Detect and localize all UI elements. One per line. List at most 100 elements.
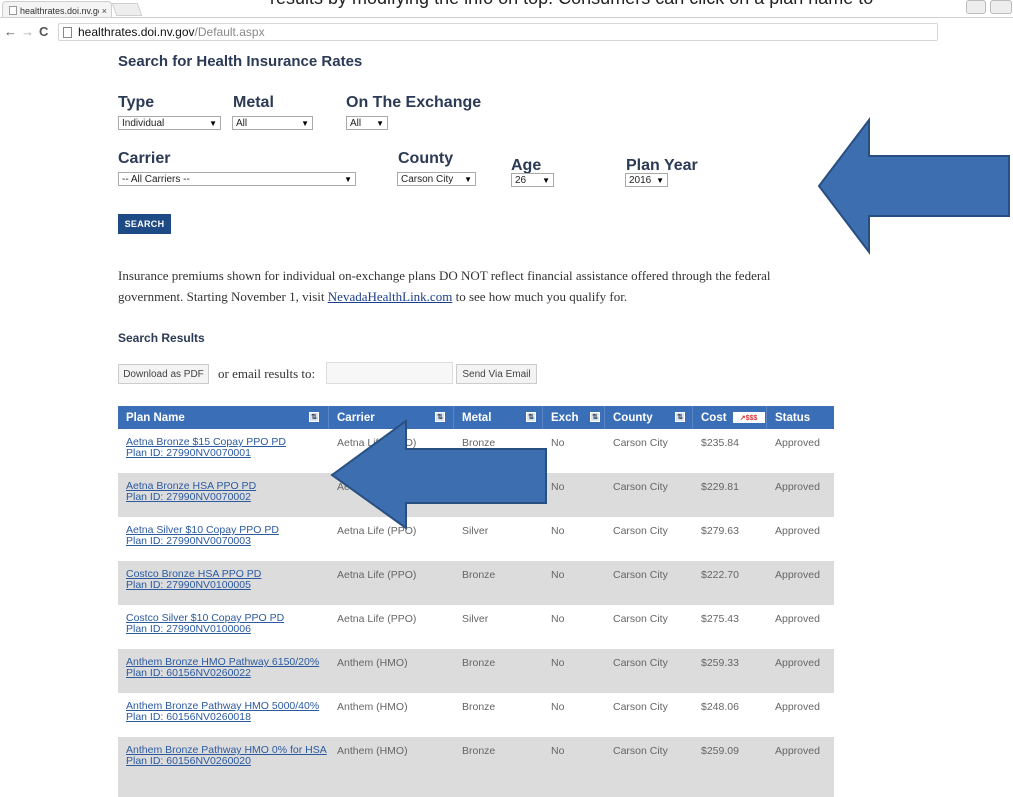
column-header-label: County [613, 411, 653, 424]
window-maximize-button[interactable] [990, 0, 1012, 14]
column-header-metal[interactable]: Metal ⇅ [454, 406, 543, 429]
metal-cell: Bronze [462, 701, 496, 713]
plan-name-link[interactable]: Aetna Bronze $15 Copay PPO PD Plan ID: 27… [126, 437, 329, 459]
exch-cell: No [551, 701, 565, 713]
exch-cell: No [551, 613, 565, 625]
cost-cell: $229.81 [701, 481, 739, 493]
search-button[interactable]: SEARCH [118, 214, 171, 234]
metal-cell: Silver [462, 525, 489, 537]
browser-tab[interactable]: healthrates.doi.nv.gov/De × [2, 1, 112, 17]
plan-name-link[interactable]: Costco Bronze HSA PPO PD Plan ID: 27990NV… [126, 569, 329, 591]
dropdown-arrow-icon: ▼ [542, 175, 550, 185]
plan-id: Plan ID: 60156NV0260018 [126, 711, 251, 723]
download-pdf-button[interactable]: Download as PDF [118, 364, 209, 384]
cost-cell: $279.63 [701, 525, 739, 537]
county-cell: Carson City [613, 657, 668, 669]
window-minimize-button[interactable] [966, 0, 986, 14]
plan-id: Plan ID: 60156NV0260020 [126, 755, 251, 767]
exch-cell: No [551, 481, 565, 493]
status-cell: Approved [775, 525, 820, 537]
metal-cell: Bronze [462, 657, 496, 669]
notice-text-after: to see how much you qualify for. [452, 289, 628, 304]
plan-id: Plan ID: 27990NV0070003 [126, 535, 251, 547]
column-header-cost[interactable]: Cost ↗$$$ [693, 406, 767, 429]
carrier-select[interactable]: -- All Carriers -- ▼ [118, 172, 356, 186]
column-header-status[interactable]: Status [767, 406, 834, 429]
carrier-cell: Aetna Life (PPO) [337, 569, 417, 581]
carrier-cell: Anthem (HMO) [337, 657, 408, 669]
table-row: Anthem Bronze Pathway HMO 5000/40% Plan I… [118, 693, 834, 737]
metal-label: Metal [233, 94, 274, 111]
column-header-county[interactable]: County ⇅ [605, 406, 693, 429]
exch-cell: No [551, 525, 565, 537]
exch-cell: No [551, 437, 565, 449]
back-arrow-icon[interactable]: ← [4, 24, 17, 39]
metal-cell: Bronze [462, 745, 496, 757]
carrier-cell: Aetna Life (PPO) [337, 481, 417, 493]
exchange-select[interactable]: All ▼ [346, 116, 388, 130]
plan-name-link[interactable]: Anthem Bronze Pathway HMO 5000/40% Plan I… [126, 701, 329, 723]
column-header-plan-name[interactable]: Plan Name ⇅ [118, 406, 329, 429]
plan-name-link[interactable]: Anthem Bronze HMO Pathway 6150/20% Plan I… [126, 657, 329, 679]
dropdown-arrow-icon: ▼ [376, 118, 384, 128]
county-cell: Carson City [613, 701, 668, 713]
carrier-cell: Aetna Life (PPO) [337, 613, 417, 625]
plan-year-select-value: 2016 [629, 174, 652, 186]
county-cell: Carson City [613, 613, 668, 625]
plan-id: Plan ID: 27990NV0100006 [126, 623, 251, 635]
column-header-label: Carrier [337, 411, 375, 424]
url-host: healthrates.doi.nv.gov [78, 25, 195, 39]
column-header-exch[interactable]: Exch ⇅ [543, 406, 605, 429]
plan-name-link[interactable]: Anthem Bronze Pathway HMO 0% for HSA Plan… [126, 745, 329, 767]
cost-sort-badge[interactable]: ↗$$$ [732, 412, 765, 423]
email-results-label: or email results to: [218, 366, 316, 381]
table-row: Aetna Bronze HSA PPO PD Plan ID: 27990NV0… [118, 473, 834, 517]
cost-cell: $259.33 [701, 657, 739, 669]
plan-name-link[interactable]: Aetna Bronze HSA PPO PD Plan ID: 27990NV0… [126, 481, 329, 503]
forward-arrow-icon[interactable]: → [21, 24, 34, 39]
type-select[interactable]: Individual ▼ [118, 116, 221, 130]
carrier-label: Carrier [118, 150, 171, 167]
sort-icon[interactable]: ⇅ [675, 412, 685, 422]
sort-icon[interactable]: ⇅ [526, 412, 536, 422]
email-input[interactable] [326, 362, 453, 384]
cost-cell: $259.09 [701, 745, 739, 757]
county-select[interactable]: Carson City ▼ [397, 172, 476, 186]
table-header: Plan Name ⇅ Carrier ⇅ Metal ⇅ Exch ⇅ Cou… [118, 406, 834, 429]
cost-cell: $248.06 [701, 701, 739, 713]
sort-icon[interactable]: ⇅ [309, 412, 319, 422]
reload-icon[interactable]: C [39, 24, 48, 39]
page-icon [63, 26, 72, 38]
plan-year-select[interactable]: 2016 ▼ [625, 173, 668, 187]
exchange-label: On The Exchange [346, 94, 482, 111]
column-header-label: Plan Name [126, 411, 185, 424]
sort-icon[interactable]: ⇅ [435, 412, 445, 422]
tab-title: healthrates.doi.nv.gov/De [20, 5, 99, 16]
plan-name-link[interactable]: Costco Silver $10 Copay PPO PD Plan ID: 2… [126, 613, 329, 635]
dropdown-arrow-icon: ▼ [344, 174, 352, 184]
carrier-cell: Anthem (HMO) [337, 701, 408, 713]
nevada-health-link[interactable]: NevadaHealthLink.com [328, 289, 453, 304]
cost-cell: $275.43 [701, 613, 739, 625]
column-header-carrier[interactable]: Carrier ⇅ [329, 406, 454, 429]
carrier-select-value: -- All Carriers -- [122, 173, 190, 185]
age-select-value: 26 [515, 174, 527, 186]
dropdown-arrow-icon: ▼ [656, 175, 664, 185]
age-select[interactable]: 26 ▼ [511, 173, 554, 187]
address-bar[interactable]: healthrates.doi.nv.gov/Default.aspx [58, 23, 938, 41]
plan-name-link[interactable]: Aetna Silver $10 Copay PPO PD Plan ID: 27… [126, 525, 329, 547]
exch-cell: No [551, 569, 565, 581]
metal-select[interactable]: All ▼ [232, 116, 313, 130]
new-tab-button[interactable] [111, 3, 143, 16]
status-cell: Approved [775, 569, 820, 581]
carrier-cell: Aetna Life (PPO) [337, 525, 417, 537]
type-label: Type [118, 94, 155, 111]
table-row: Aetna Silver $10 Copay PPO PD Plan ID: 27… [118, 517, 834, 561]
dropdown-arrow-icon: ▼ [464, 174, 472, 184]
send-email-button[interactable]: Send Via Email [456, 364, 537, 384]
tab-close-icon[interactable]: × [102, 6, 107, 16]
table-row: Aetna Bronze $15 Copay PPO PD Plan ID: 27… [118, 429, 834, 473]
metal-cell: Bronze [462, 437, 496, 449]
table-row: Anthem Bronze HMO Pathway 6150/20% Plan I… [118, 649, 834, 693]
sort-icon[interactable]: ⇅ [590, 412, 600, 422]
